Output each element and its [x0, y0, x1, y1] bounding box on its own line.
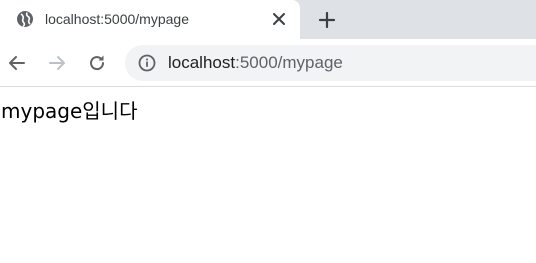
globe-icon — [16, 10, 34, 28]
arrow-right-icon[interactable] — [46, 52, 68, 74]
info-icon[interactable] — [138, 54, 156, 72]
close-icon[interactable] — [270, 10, 288, 28]
arrow-left-icon[interactable] — [6, 52, 28, 74]
url-text[interactable]: localhost:5000/mypage — [168, 53, 343, 73]
toolbar: localhost:5000/mypage — [0, 39, 536, 87]
tab-title: localhost:5000/mypage — [45, 11, 189, 27]
plus-icon[interactable] — [316, 9, 338, 31]
url-host: localhost — [168, 53, 236, 72]
tab-strip: localhost:5000/mypage — [0, 0, 536, 39]
url-path: :5000/mypage — [235, 53, 343, 72]
page-body-text: mypage입니다 — [1, 99, 138, 123]
address-bar[interactable]: localhost:5000/mypage — [125, 45, 536, 81]
browser-window: localhost:5000/mypage localhost:5000/myp… — [0, 0, 536, 263]
page-content: mypage입니다 — [0, 87, 536, 263]
reload-icon[interactable] — [86, 52, 108, 74]
tab-active[interactable]: localhost:5000/mypage — [0, 0, 300, 39]
